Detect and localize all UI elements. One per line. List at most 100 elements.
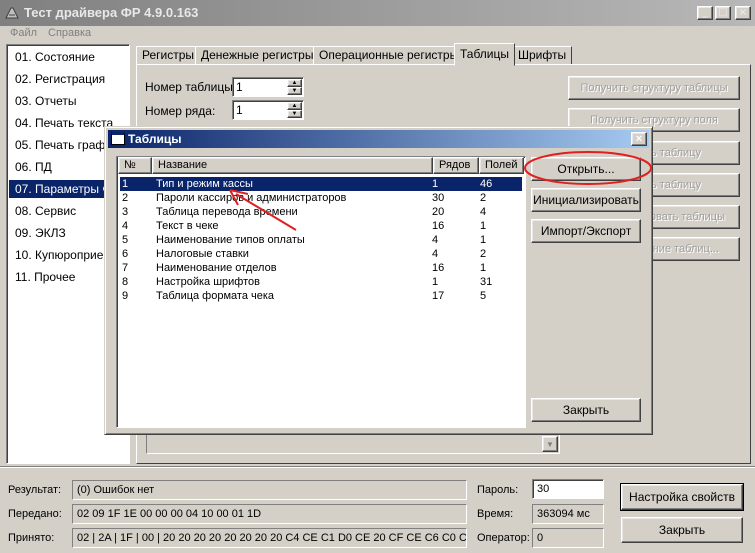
password-label: Пароль: [477,484,519,496]
menu-help[interactable]: Справка [48,27,91,39]
tables-dialog: Таблицы × № Название Рядов Полей 1 Тип и… [104,126,653,435]
row-num: 9 [122,290,129,302]
row-rows: 1 [432,178,439,190]
row-fields: 46 [480,178,493,190]
table-row[interactable]: 5 Наименование типов оплаты 4 1 [120,233,522,247]
row-name: Тип и режим кассы [156,178,253,190]
row-num: 3 [122,206,129,218]
dialog-title-bar: Таблицы × [108,130,649,148]
row-name: Настройка шрифтов [156,276,260,288]
settings-button[interactable]: Настройка свойств [620,483,744,511]
left-item-reports[interactable]: 03. Отчеты [13,92,129,110]
get-table-structure-button[interactable]: Получить структуру таблицы [568,76,740,100]
column-header-fields[interactable]: Полей [479,157,524,174]
tables-list[interactable]: № Название Рядов Полей 1 Тип и режим кас… [116,156,526,428]
row-fields: 31 [480,276,493,288]
spinner-arrows[interactable]: ▲ ▼ [287,79,302,95]
main-title-bar: Тест драйвера ФР 4.9.0.163 _ □ × [0,0,755,26]
table-number-label: Номер таблицы: [145,80,237,94]
row-rows: 20 [432,206,445,218]
column-header-rows[interactable]: Рядов [433,157,479,174]
row-name: Наименование отделов [156,262,277,274]
menu-file[interactable]: Файл [10,27,37,39]
row-name: Наименование типов оплаты [156,234,305,246]
dialog-close-action-button[interactable]: Закрыть [531,398,641,422]
row-name: Налоговые ставки [156,248,249,260]
row-rows: 17 [432,290,445,302]
menu-bar: Файл Справка [0,26,755,42]
row-fields: 2 [480,192,487,204]
row-number-value: 1 [236,103,243,117]
row-fields: 1 [480,220,487,232]
row-num: 4 [122,220,129,232]
table-row[interactable]: 8 Настройка шрифтов 1 31 [120,275,522,289]
column-header-num[interactable]: № [118,157,152,174]
row-rows: 30 [432,192,445,204]
row-fields: 1 [480,262,487,274]
minimize-button[interactable]: _ [697,6,713,20]
table-number-spinner[interactable]: 1 ▲ ▼ [232,77,304,97]
time-field: 363094 мс [532,504,604,524]
table-row[interactable]: 3 Таблица перевода времени 20 4 [120,205,522,219]
row-num: 8 [122,276,129,288]
row-rows: 1 [432,276,439,288]
sent-label: Передано: [8,508,62,520]
window-title: Тест драйвера ФР 4.9.0.163 [24,5,199,20]
chevron-down-icon[interactable]: ▼ [542,436,558,452]
result-label: Результат: [8,484,62,496]
table-row[interactable]: 9 Таблица формата чека 17 5 [120,289,522,303]
row-num: 7 [122,262,129,274]
time-label: Время: [477,508,514,520]
spinner-arrows[interactable]: ▲ ▼ [287,102,302,118]
table-row[interactable]: 2 Пароли кассиров и администраторов 30 2 [120,191,522,205]
table-row[interactable]: 7 Наименование отделов 16 1 [120,261,522,275]
row-num: 5 [122,234,129,246]
table-row[interactable]: 6 Налоговые ставки 4 2 [120,247,522,261]
open-button[interactable]: Открыть... [531,157,641,181]
spin-up-icon[interactable]: ▲ [287,79,302,87]
row-number-spinner[interactable]: 1 ▲ ▼ [232,100,304,120]
column-header-name[interactable]: Название [152,157,433,174]
spin-down-icon[interactable]: ▼ [287,87,302,95]
row-num: 2 [122,192,129,204]
maximize-button[interactable]: □ [715,6,731,20]
close-window-button[interactable]: × [735,6,751,20]
spin-up-icon[interactable]: ▲ [287,102,302,110]
left-item-registration[interactable]: 02. Регистрация [13,70,129,88]
row-name: Пароли кассиров и администраторов [156,192,347,204]
tab-money-registers[interactable]: Денежные регистры [195,46,320,65]
row-name: Таблица формата чека [156,290,275,302]
initialize-button[interactable]: Инициализировать [531,188,641,212]
dialog-title: Таблицы [128,132,182,146]
tab-operation-registers[interactable]: Операционные регистры [313,46,465,65]
row-fields: 1 [480,234,487,246]
received-label: Принято: [8,532,55,544]
table-row[interactable]: 4 Текст в чеке 16 1 [120,219,522,233]
table-number-value: 1 [236,80,243,94]
result-field: (0) Ошибок нет [72,480,467,500]
row-num: 6 [122,248,129,260]
received-field: 02 | 2A | 1F | 00 | 20 20 20 20 20 20 20… [72,528,467,548]
operator-label: Оператор: [477,532,530,544]
row-rows: 16 [432,262,445,274]
row-rows: 16 [432,220,445,232]
row-number-label: Номер ряда: [145,104,216,118]
tab-fonts[interactable]: Шрифты [512,46,573,65]
left-item-state[interactable]: 01. Состояние [13,48,129,66]
password-input[interactable]: 30 [532,479,604,499]
tab-registers[interactable]: Регистры [136,46,201,65]
tab-tables[interactable]: Таблицы [454,43,516,66]
row-fields: 4 [480,206,487,218]
spin-down-icon[interactable]: ▼ [287,110,302,118]
row-num: 1 [122,178,129,190]
app-icon [5,7,19,19]
row-rows: 4 [432,234,439,246]
dialog-close-button[interactable]: × [631,132,647,146]
value-combo[interactable]: ▼ [146,434,560,454]
table-row[interactable]: 1 Тип и режим кассы 1 46 [120,177,522,191]
close-button[interactable]: Закрыть [621,517,743,543]
divider [0,467,755,468]
import-export-button[interactable]: Импорт/Экспорт [531,219,641,243]
row-name: Текст в чеке [156,220,219,232]
window-icon [111,132,125,145]
